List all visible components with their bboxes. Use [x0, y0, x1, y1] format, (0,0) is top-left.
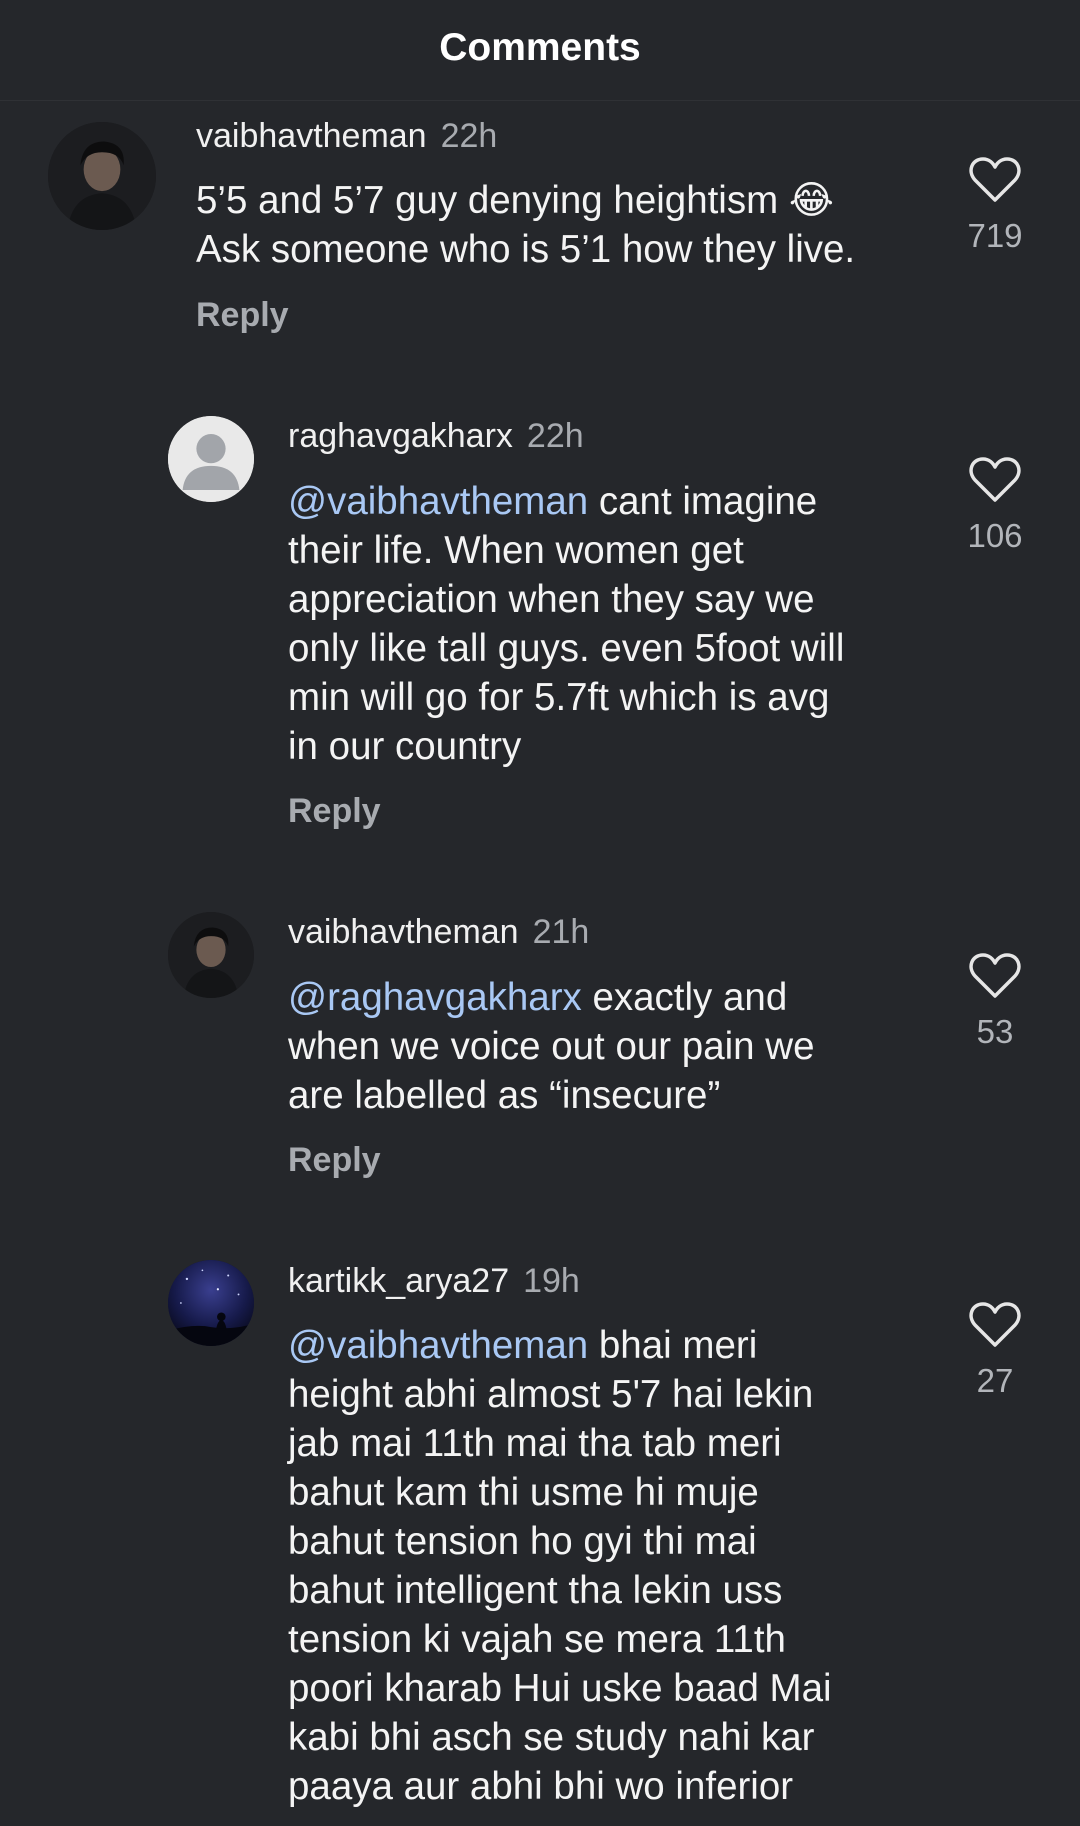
comment-line: poori kharab Hui uske baad Mai	[288, 1667, 832, 1710]
comment-line: appreciation when they say we	[288, 578, 815, 621]
reply-button[interactable]: Reply	[288, 791, 381, 831]
comment-meta: kartikk_arya27 19h	[288, 1261, 580, 1301]
timestamp: 21h	[532, 913, 590, 951]
avatar[interactable]	[168, 416, 254, 502]
page-title: Comments	[439, 26, 641, 69]
username[interactable]: vaibhavtheman	[288, 913, 519, 951]
comment-meta: raghavgakharx 22h	[288, 416, 584, 456]
avatar[interactable]	[48, 122, 156, 230]
reply-button[interactable]: Reply	[288, 1140, 381, 1180]
comment-line: are labelled as “insecure”	[288, 1074, 721, 1117]
heart-icon[interactable]	[969, 156, 1021, 204]
profile-photo-icon	[168, 912, 254, 998]
timestamp: 19h	[523, 1262, 580, 1300]
heart-icon[interactable]	[969, 1301, 1021, 1349]
comment-line: bahut intelligent tha lekin uss	[288, 1569, 783, 1612]
comment-text: @vaibhavtheman cant imagine their life. …	[288, 477, 844, 771]
night-sky-avatar-icon	[168, 1260, 254, 1346]
timestamp: 22h	[440, 117, 498, 155]
comment-line: paaya aur abhi bhi wo inferior	[288, 1765, 794, 1808]
like-control[interactable]: 53	[950, 952, 1040, 1052]
comment-text-segment: bhai meri	[588, 1324, 758, 1367]
comment-meta: vaibhavtheman 22h	[196, 116, 497, 156]
timestamp: 22h	[526, 417, 584, 455]
comments-header: Comments	[0, 0, 1080, 101]
comment-text: 5’5 and 5’7 guy denying heightism 😂 Ask …	[196, 176, 855, 274]
like-count: 53	[976, 1013, 1014, 1050]
mention-link[interactable]: @vaibhavtheman	[288, 480, 588, 523]
comment-text: @raghavgakharx exactly and when we voice…	[288, 973, 814, 1120]
like-count: 719	[967, 217, 1023, 254]
comment-line: @raghavgakharx exactly and	[288, 973, 814, 1022]
comment-line: bahut kam thi usme hi muje	[288, 1471, 759, 1514]
comment-line: jab mai 11th mai tha tab meri	[288, 1422, 782, 1465]
username[interactable]: raghavgakharx	[288, 417, 513, 455]
comment-text-segment: cant imagine	[588, 480, 818, 523]
mention-link[interactable]: @raghavgakharx	[288, 976, 582, 1019]
comment-line: min will go for 5.7ft which is avg	[288, 676, 830, 719]
comment-line: their life. When women get	[288, 529, 744, 572]
comment-text: @vaibhavtheman bhai meri height abhi alm…	[288, 1321, 832, 1811]
comment-line: height abhi almost 5'7 hai lekin	[288, 1373, 814, 1416]
like-control[interactable]: 106	[950, 456, 1040, 556]
avatar[interactable]	[168, 1260, 254, 1346]
comment-line: tension ki vajah se mera 11th	[288, 1618, 786, 1661]
comment-line: 5’5 and 5’7 guy denying heightism 😂	[196, 179, 834, 222]
default-avatar-icon	[168, 416, 254, 502]
mention-link[interactable]: @vaibhavtheman	[288, 1324, 588, 1367]
username[interactable]: kartikk_arya27	[288, 1262, 509, 1300]
comment-line: only like tall guys. even 5foot will	[288, 627, 845, 670]
comment-line: @vaibhavtheman cant imagine	[288, 477, 844, 526]
like-control[interactable]: 27	[950, 1301, 1040, 1401]
like-count: 27	[976, 1362, 1014, 1399]
heart-icon[interactable]	[969, 456, 1021, 504]
comment-line: in our country	[288, 725, 522, 768]
comment-line: kabi bhi asch se study nahi kar	[288, 1716, 815, 1759]
heart-icon[interactable]	[969, 952, 1021, 1000]
comment-line: @vaibhavtheman bhai meri	[288, 1321, 832, 1370]
profile-photo-icon	[48, 122, 156, 230]
comment-meta: vaibhavtheman 21h	[288, 912, 589, 952]
like-count: 106	[967, 517, 1023, 554]
comment-text-segment: exactly and	[581, 976, 788, 1019]
comment-line: bahut tension ho gyi thi mai	[288, 1520, 757, 1563]
like-control[interactable]: 719	[950, 156, 1040, 256]
avatar[interactable]	[168, 912, 254, 998]
reply-button[interactable]: Reply	[196, 295, 289, 335]
comment-line: when we voice out our pain we	[288, 1025, 815, 1068]
username[interactable]: vaibhavtheman	[196, 117, 427, 155]
comment-line: Ask someone who is 5’1 how they live.	[196, 228, 856, 271]
